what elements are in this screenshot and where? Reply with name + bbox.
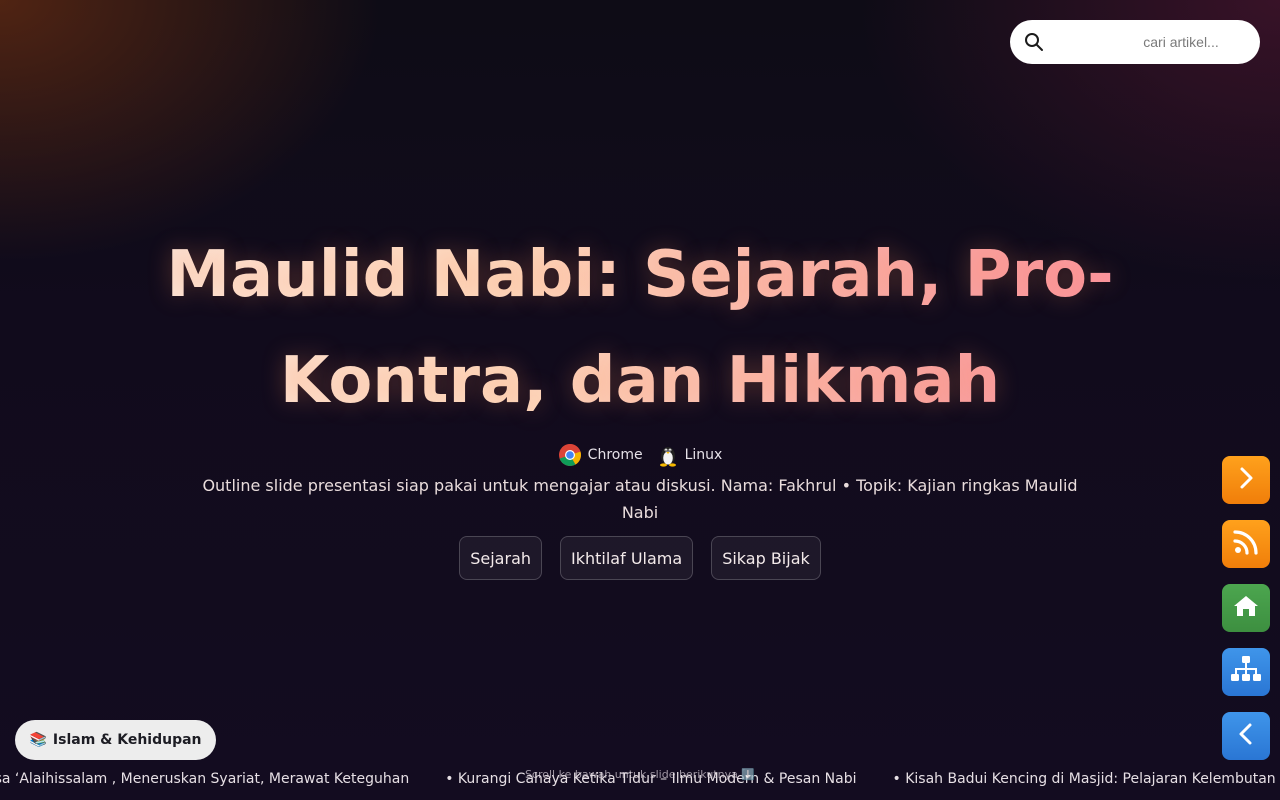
chevron-right-icon [1234, 466, 1258, 494]
platform-label: Linux [684, 447, 723, 463]
ticker-item[interactable]: asa ‘Alaihissalam , Meneruskan Syariat, … [0, 766, 445, 792]
sitemap-button[interactable] [1222, 648, 1270, 696]
next-button[interactable] [1222, 456, 1270, 504]
rss-button[interactable] [1222, 520, 1270, 568]
platform-label: Chrome [587, 447, 643, 463]
home-icon [1233, 594, 1259, 622]
platform-badges: Chrome Linux [0, 442, 1280, 468]
books-icon: 📚 [29, 732, 47, 748]
ticker-item[interactable]: • Kurangi Cahaya Ketika Tidur – Ilmu Mod… [445, 766, 892, 792]
topic-tags: Sejarah Ikhtilaf Ulama Sikap Bijak [0, 536, 1280, 580]
category-pill[interactable]: 📚 Islam & Kehidupan [15, 720, 216, 760]
back-button[interactable] [1222, 712, 1270, 760]
platform-chrome: Chrome [558, 443, 643, 467]
search-icon[interactable] [1024, 32, 1044, 52]
linux-tux-icon [657, 443, 679, 467]
page-title: Maulid Nabi: Sejarah, Pro-Kontra, dan Hi… [40, 222, 1240, 434]
category-label: Islam & Kehidupan [52, 732, 202, 748]
chevron-left-icon [1234, 722, 1258, 750]
ticker-track: asa ‘Alaihissalam , Meneruskan Syariat, … [0, 766, 1280, 792]
platform-linux: Linux [657, 443, 723, 467]
home-button[interactable] [1222, 584, 1270, 632]
tag-ikhtilaf-ulama[interactable]: Ikhtilaf Ulama [560, 536, 694, 580]
page-subtitle: Outline slide presentasi siap pakai untu… [202, 476, 1078, 522]
rss-icon [1233, 529, 1259, 559]
tag-sikap-bijak[interactable]: Sikap Bijak [711, 536, 821, 580]
chrome-icon [558, 443, 582, 467]
search-box[interactable] [1010, 20, 1260, 64]
ticker-item[interactable]: • Kisah Badui Kencing di Masjid: Pelajar… [893, 766, 1280, 792]
sitemap-icon [1230, 655, 1262, 689]
search-input[interactable] [1054, 28, 1250, 56]
news-ticker: asa ‘Alaihissalam , Meneruskan Syariat, … [0, 766, 1280, 792]
tag-sejarah[interactable]: Sejarah [459, 536, 543, 580]
